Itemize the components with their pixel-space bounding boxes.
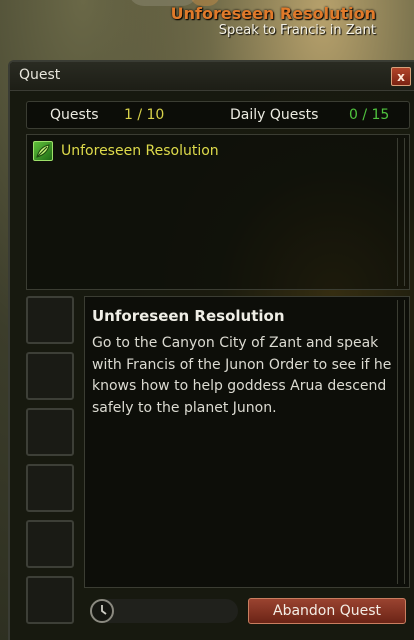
quest-detail-panel: Unforeseen Resolution Go to the Canyon C… — [84, 296, 410, 588]
reward-slot[interactable] — [26, 576, 74, 624]
quest-tracker[interactable]: Unforeseen Resolution Speak to Francis i… — [171, 4, 376, 39]
reward-slot[interactable] — [26, 296, 74, 344]
reward-slot[interactable] — [26, 352, 74, 400]
tracker-quest-objective: Speak to Francis in Zant — [218, 23, 376, 38]
quest-window: Quest x Quests 1 / 10 Daily Quests 0 / 1… — [8, 60, 414, 640]
quest-detail-title: Unforeseen Resolution — [92, 307, 285, 325]
quest-count-bar: Quests 1 / 10 Daily Quests 0 / 15 — [26, 101, 410, 129]
clock-icon — [90, 599, 114, 623]
reward-slot[interactable] — [26, 408, 74, 456]
quest-list: Unforeseen Resolution — [26, 134, 410, 290]
abandon-quest-button[interactable]: Abandon Quest — [248, 598, 406, 624]
daily-quests-label: Daily Quests — [230, 107, 319, 123]
tracker-quest-title[interactable]: Unforeseen Resolution — [171, 4, 376, 23]
close-button[interactable]: x — [391, 67, 411, 86]
quest-leaf-icon — [33, 141, 53, 161]
window-titlebar[interactable]: Quest x — [10, 62, 414, 91]
quest-timer-bar — [90, 599, 238, 623]
window-title: Quest — [19, 67, 61, 83]
reward-slot[interactable] — [26, 520, 74, 568]
reward-slot[interactable] — [26, 464, 74, 512]
quest-list-scrollbar[interactable] — [397, 138, 405, 286]
quests-label: Quests — [50, 107, 99, 123]
quests-count: 1 / 10 — [124, 107, 165, 123]
quest-list-item-label: Unforeseen Resolution — [61, 143, 219, 159]
quest-detail-description: Go to the Canyon City of Zant and speak … — [92, 335, 392, 416]
quest-detail-scrollbar[interactable] — [397, 300, 405, 584]
daily-quests-count: 0 / 15 — [349, 107, 390, 123]
